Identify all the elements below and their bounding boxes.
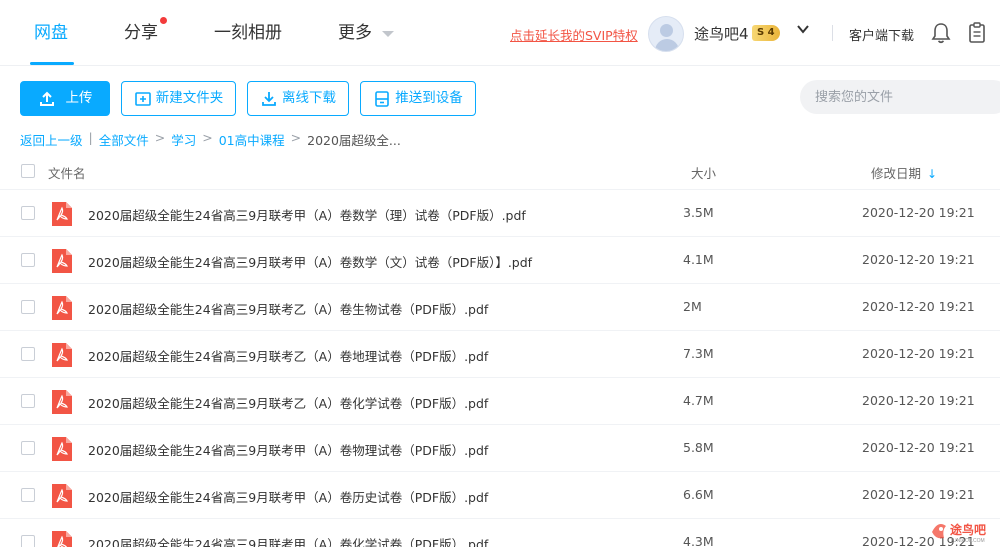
row-checkbox[interactable] xyxy=(21,394,35,408)
offline-download-button[interactable]: 离线下载 xyxy=(247,81,349,116)
row-checkbox[interactable] xyxy=(21,206,35,220)
breadcrumb-separator: > xyxy=(202,130,213,145)
back-link[interactable]: 返回上一级 xyxy=(20,130,83,149)
row-checkbox[interactable] xyxy=(21,488,35,502)
file-name[interactable]: 2020届超级全能生24省高三9月联考乙（A）卷地理试卷（PDF版）.pdf xyxy=(88,346,488,365)
pdf-file-icon xyxy=(50,200,74,228)
file-name[interactable]: 2020届超级全能生24省高三9月联考甲（A）卷历史试卷（PDF版）.pdf xyxy=(88,487,488,506)
pdf-file-icon xyxy=(50,247,74,275)
table-row[interactable]: 2020届超级全能生24省高三9月联考甲（A）卷数学（文）试卷（PDF版）】.p… xyxy=(0,237,1000,284)
breadcrumb-all-files[interactable]: 全部文件 xyxy=(99,130,149,149)
top-nav-bar: 网盘 分享 一刻相册 更多 点击延长我的SVIP特权 途鸟吧4 S 4 客户端下… xyxy=(0,0,1000,66)
file-size: 4.3M xyxy=(683,534,714,547)
active-tab-indicator xyxy=(30,62,74,65)
file-name[interactable]: 2020届超级全能生24省高三9月联考甲（A）卷化学试卷（PDF版）.pdf xyxy=(88,534,488,547)
chevron-down-icon[interactable] xyxy=(796,22,810,40)
file-name[interactable]: 2020届超级全能生24省高三9月联考甲（A）卷物理试卷（PDF版）.pdf xyxy=(88,440,488,459)
upload-button[interactable]: 上传 xyxy=(20,81,110,116)
svip-extend-link[interactable]: 点击延长我的SVIP特权 xyxy=(510,25,638,44)
table-row[interactable]: 2020届超级全能生24省高三9月联考甲（A）卷化学试卷（PDF版）.pdf 4.… xyxy=(0,519,1000,547)
upload-icon xyxy=(39,91,54,106)
upload-label: 上传 xyxy=(65,90,93,106)
file-modified-date: 2020-12-20 19:21 xyxy=(862,299,975,314)
svg-text:TUNIAO8.COM: TUNIAO8.COM xyxy=(950,538,985,544)
file-list: 2020届超级全能生24省高三9月联考甲（A）卷数学（理）试卷（PDF版）.pd… xyxy=(0,190,1000,547)
vip-level-badge: S 4 xyxy=(752,25,780,41)
row-checkbox[interactable] xyxy=(21,347,35,361)
breadcrumb-separator: | xyxy=(88,130,93,145)
sort-down-icon[interactable]: ↓ xyxy=(927,167,937,181)
breadcrumb-study[interactable]: 学习 xyxy=(171,130,196,149)
file-size: 4.1M xyxy=(683,252,714,267)
table-row[interactable]: 2020届超级全能生24省高三9月联考甲（A）卷物理试卷（PDF版）.pdf 5.… xyxy=(0,425,1000,472)
file-size: 4.7M xyxy=(683,393,714,408)
file-modified-date: 2020-12-20 19:21 xyxy=(862,487,975,502)
file-size: 2M xyxy=(683,299,702,314)
table-row[interactable]: 2020届超级全能生24省高三9月联考乙（A）卷地理试卷（PDF版）.pdf 7.… xyxy=(0,331,1000,378)
pdf-file-icon xyxy=(50,388,74,416)
column-modified-date-label: 修改日期 xyxy=(871,166,922,181)
row-checkbox[interactable] xyxy=(21,441,35,455)
file-table-header: 文件名 大小 修改日期 ↓ xyxy=(0,152,1000,190)
file-modified-date: 2020-12-20 19:21 xyxy=(862,346,975,361)
select-all-checkbox[interactable] xyxy=(21,164,35,178)
file-modified-date: 2020-12-20 19:21 xyxy=(862,205,975,220)
folder-plus-icon xyxy=(134,91,151,106)
pdf-file-icon xyxy=(50,341,74,369)
row-checkbox[interactable] xyxy=(21,253,35,267)
row-checkbox[interactable] xyxy=(21,535,35,547)
breadcrumb: 返回上一级 | 全部文件 > 学习 > 01高中课程 > 2020届超级全... xyxy=(20,130,401,149)
file-size: 6.6M xyxy=(683,487,714,502)
push-to-device-button[interactable]: 推送到设备 xyxy=(360,81,476,116)
file-name[interactable]: 2020届超级全能生24省高三9月联考乙（A）卷化学试卷（PDF版）.pdf xyxy=(88,393,488,412)
bell-icon[interactable] xyxy=(931,22,951,44)
column-modified-date[interactable]: 修改日期 ↓ xyxy=(871,163,937,182)
breadcrumb-separator: > xyxy=(154,130,166,145)
file-size: 3.5M xyxy=(683,205,714,220)
download-icon xyxy=(262,91,276,106)
table-row[interactable]: 2020届超级全能生24省高三9月联考乙（A）卷化学试卷（PDF版）.pdf 4.… xyxy=(0,378,1000,425)
file-size: 5.8M xyxy=(683,440,714,455)
push-to-device-label: 推送到设备 xyxy=(395,90,463,106)
file-modified-date: 2020-12-20 19:21 xyxy=(862,252,975,267)
svg-text:途鸟吧: 途鸟吧 xyxy=(950,522,986,537)
pdf-file-icon xyxy=(50,482,74,510)
username[interactable]: 途鸟吧4 xyxy=(694,23,749,44)
file-size: 7.3M xyxy=(683,346,714,361)
file-modified-date: 2020-12-20 19:21 xyxy=(862,440,975,455)
tab-netdisk[interactable]: 网盘 xyxy=(34,20,68,46)
tab-share[interactable]: 分享 xyxy=(124,20,158,46)
file-name[interactable]: 2020届超级全能生24省高三9月联考甲（A）卷数学（文）试卷（PDF版）】.p… xyxy=(88,252,532,271)
pdf-file-icon xyxy=(50,529,74,547)
breadcrumb-current: 2020届超级全... xyxy=(307,133,401,148)
avatar[interactable] xyxy=(648,16,684,52)
file-name[interactable]: 2020届超级全能生24省高三9月联考乙（A）卷生物试卷（PDF版）.pdf xyxy=(88,299,488,318)
clipboard-icon[interactable] xyxy=(967,22,987,44)
file-modified-date: 2020-12-20 19:21 xyxy=(862,393,975,408)
tab-more[interactable]: 更多 xyxy=(338,20,372,46)
file-name[interactable]: 2020届超级全能生24省高三9月联考甲（A）卷数学（理）试卷（PDF版）.pd… xyxy=(88,205,526,224)
row-checkbox[interactable] xyxy=(21,300,35,314)
offline-download-label: 离线下载 xyxy=(282,90,336,106)
breadcrumb-separator: > xyxy=(290,130,302,145)
client-download-link[interactable]: 客户端下载 xyxy=(849,25,914,44)
pdf-file-icon xyxy=(50,435,74,463)
table-row[interactable]: 2020届超级全能生24省高三9月联考甲（A）卷数学（理）试卷（PDF版）.pd… xyxy=(0,190,1000,237)
divider xyxy=(832,25,833,41)
pdf-file-icon xyxy=(50,294,74,322)
column-filename[interactable]: 文件名 xyxy=(48,163,86,182)
watermark-logo: 途鸟吧 TUNIAO8.COM xyxy=(928,518,998,544)
caret-down-icon[interactable] xyxy=(382,31,394,37)
table-row[interactable]: 2020届超级全能生24省高三9月联考乙（A）卷生物试卷（PDF版）.pdf 2M… xyxy=(0,284,1000,331)
notification-dot xyxy=(160,17,167,24)
column-size[interactable]: 大小 xyxy=(691,163,716,182)
search-input[interactable] xyxy=(800,80,1000,114)
new-folder-button[interactable]: 新建文件夹 xyxy=(121,81,236,116)
tab-album[interactable]: 一刻相册 xyxy=(214,20,282,46)
breadcrumb-highschool[interactable]: 01高中课程 xyxy=(219,130,285,149)
device-icon xyxy=(375,90,390,107)
table-row[interactable]: 2020届超级全能生24省高三9月联考甲（A）卷历史试卷（PDF版）.pdf 6.… xyxy=(0,472,1000,519)
new-folder-label: 新建文件夹 xyxy=(155,90,224,106)
